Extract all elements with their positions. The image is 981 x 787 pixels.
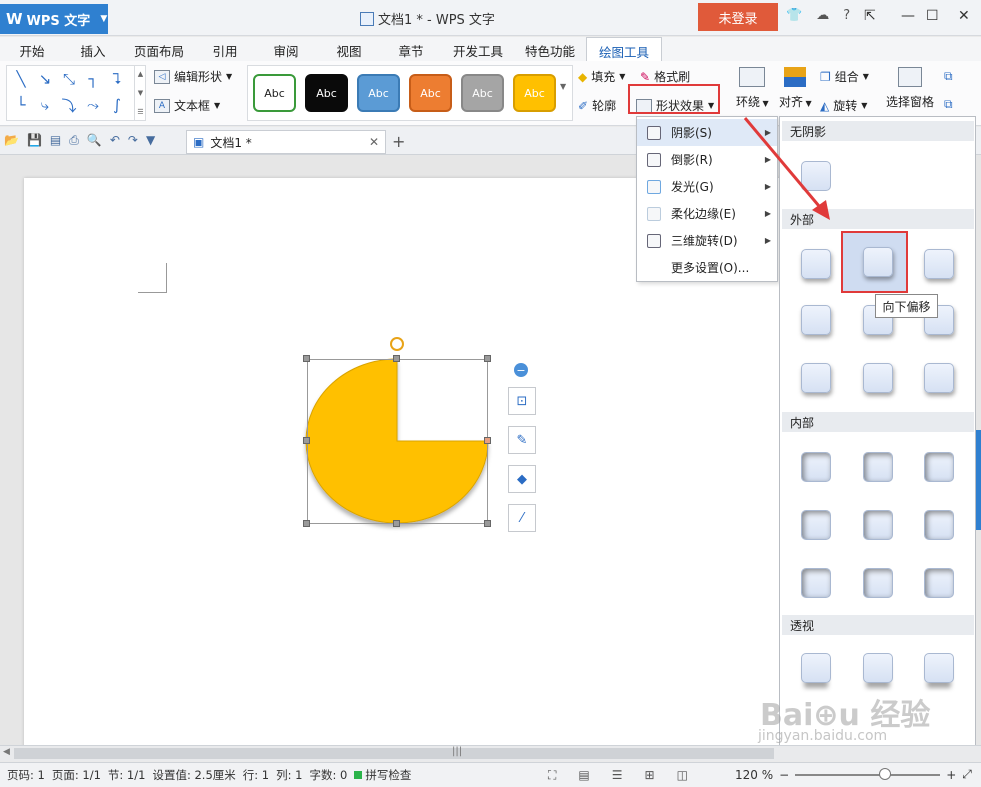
zoom-slider-thumb[interactable]: [879, 767, 892, 780]
outer-shadow-option[interactable]: [801, 305, 831, 335]
rotate-handle-icon[interactable]: [390, 337, 404, 351]
menu-item-soft-edges[interactable]: 柔化边缘(E) ▶: [637, 200, 777, 227]
menu-item-label: 阴影(S): [671, 126, 712, 140]
zoom-control: 120 % − + ⤢: [735, 767, 972, 782]
spell-check-button[interactable]: 拼写检查: [354, 767, 411, 783]
section-outer: 外部: [782, 209, 974, 229]
zoom-out-icon[interactable]: −: [779, 768, 789, 782]
status-section: 节: 1/1: [107, 768, 146, 782]
menu-item-3d-rotation[interactable]: 三维旋转(D) ▶: [637, 227, 777, 254]
status-column: 列: 1: [276, 768, 303, 782]
soft-edges-icon: [647, 206, 661, 221]
menu-item-label: 柔化边缘(E): [671, 207, 736, 221]
shadow-gallery: 无阴影 外部 内部 透视: [779, 116, 976, 746]
outer-shadow-option[interactable]: [801, 249, 831, 279]
status-row: 行: 1: [242, 768, 270, 782]
shape-effects-menu: 阴影(S) ▶ 倒影(R) ▶ 发光(G) ▶ 柔化边缘(E) ▶ 三维旋转(D…: [636, 116, 778, 282]
submenu-arrow-icon: ▶: [764, 155, 771, 164]
perspective-shadow-option[interactable]: [801, 653, 831, 683]
menu-item-label: 发光(G): [671, 180, 714, 194]
status-bar: 页码: 1 页面: 1/1 节: 1/1 设置值: 2.5厘米 行: 1 列: …: [0, 762, 981, 787]
status-word-count[interactable]: 字数: 0: [310, 767, 348, 783]
submenu-arrow-icon: ▶: [764, 209, 771, 218]
inner-shadow-option[interactable]: [863, 452, 893, 482]
status-setting: 设置值: 2.5厘米: [152, 768, 236, 782]
fullscreen-view-icon[interactable]: ⛶: [548, 768, 556, 783]
resize-handle[interactable]: [303, 437, 310, 444]
baidu-watermark-url: jingyan.baidu.com: [758, 728, 888, 744]
side-panel-toggle[interactable]: [976, 430, 981, 530]
menu-item-reflection[interactable]: 倒影(R) ▶: [637, 146, 777, 173]
spell-check-label: 拼写检查: [365, 768, 412, 782]
section-inner: 内部: [782, 412, 974, 432]
scroll-thumb[interactable]: [14, 748, 774, 759]
reading-view-icon[interactable]: ◫: [677, 768, 688, 783]
scroll-grip-icon: |||: [452, 746, 463, 757]
collapse-icon[interactable]: −: [514, 363, 528, 377]
web-view-icon[interactable]: ⊞: [645, 768, 655, 783]
outer-shadow-option[interactable]: [863, 363, 893, 393]
inner-shadow-option[interactable]: [863, 568, 893, 598]
menu-item-shadow[interactable]: 阴影(S) ▶: [637, 119, 777, 146]
submenu-arrow-icon: ▶: [764, 128, 771, 137]
scroll-left-icon[interactable]: ◀: [3, 747, 10, 757]
page-view-icon[interactable]: ▤: [578, 768, 589, 783]
inner-shadow-option[interactable]: [801, 568, 831, 598]
tooltip: 向下偏移: [875, 294, 938, 318]
inner-shadow-option[interactable]: [924, 510, 954, 540]
inner-shadow-option[interactable]: [801, 452, 831, 482]
outer-shadow-option[interactable]: [924, 249, 954, 279]
reflection-icon: [647, 152, 661, 167]
horizontal-scrollbar[interactable]: ◀ |||: [0, 745, 981, 761]
inner-shadow-option[interactable]: [924, 452, 954, 482]
inner-shadow-option[interactable]: [924, 568, 954, 598]
inner-shadow-option[interactable]: [801, 510, 831, 540]
zoom-slider[interactable]: [795, 767, 941, 780]
status-pages: 页面: 1/1: [51, 768, 101, 782]
menu-item-more-settings[interactable]: 更多设置(O)...: [637, 254, 777, 281]
3d-rotation-icon: [647, 233, 661, 248]
inner-shadow-option[interactable]: [863, 510, 893, 540]
section-perspective: 透视: [782, 615, 974, 635]
menu-item-label: 更多设置(O)...: [671, 261, 750, 275]
layout-options-icon[interactable]: ⊡: [508, 387, 536, 415]
section-no-shadow: 无阴影: [782, 121, 974, 141]
menu-item-label: 三维旋转(D): [671, 234, 738, 248]
fit-window-icon[interactable]: ⤢: [962, 767, 972, 782]
menu-item-label: 倒影(R): [671, 153, 713, 167]
status-page-number: 页码: 1: [7, 768, 45, 782]
spell-check-icon: [354, 771, 363, 779]
outline-color-icon[interactable]: ⁄: [508, 504, 536, 532]
resize-handle[interactable]: [484, 355, 491, 362]
glow-icon: [647, 179, 661, 194]
resize-handle[interactable]: [484, 520, 491, 527]
submenu-arrow-icon: ▶: [764, 236, 771, 245]
outer-shadow-option[interactable]: [801, 363, 831, 393]
outer-shadow-option[interactable]: [924, 363, 954, 393]
perspective-shadow-option[interactable]: [863, 653, 893, 683]
zoom-level[interactable]: 120 %: [735, 768, 773, 782]
resize-handle[interactable]: [393, 520, 400, 527]
perspective-shadow-option[interactable]: [924, 653, 954, 683]
outline-view-icon[interactable]: ☰: [612, 768, 623, 783]
zoom-in-icon[interactable]: +: [946, 768, 956, 782]
outer-shadow-offset-bottom-option[interactable]: [863, 247, 893, 277]
submenu-arrow-icon: ▶: [764, 182, 771, 191]
selection-frame: [307, 359, 488, 524]
fill-color-icon[interactable]: ◆: [508, 465, 536, 493]
no-shadow-option[interactable]: [801, 161, 831, 191]
resize-handle[interactable]: [303, 520, 310, 527]
menu-item-glow[interactable]: 发光(G) ▶: [637, 173, 777, 200]
resize-handle[interactable]: [393, 355, 400, 362]
edit-points-icon[interactable]: ✎: [508, 426, 536, 454]
adjust-handle[interactable]: [484, 437, 491, 444]
shadow-icon: [647, 125, 661, 140]
resize-handle[interactable]: [303, 355, 310, 362]
